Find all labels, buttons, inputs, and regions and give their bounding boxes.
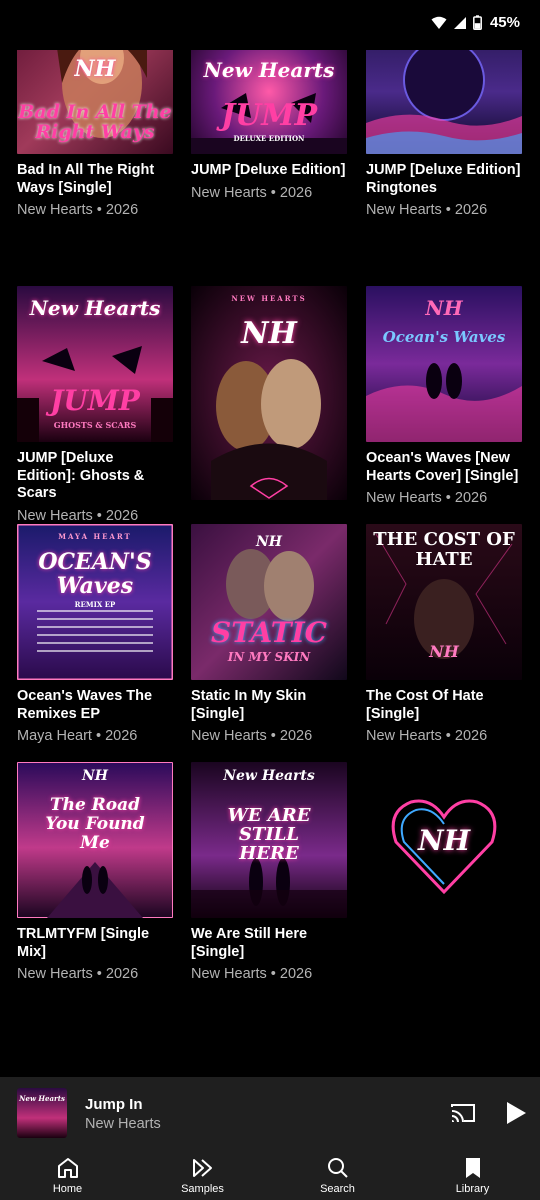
album-tile[interactable]: MAYA HEART OCEAN'S Waves REMIX EP Ocean'… <box>17 524 173 745</box>
logo-monogram: NH <box>417 824 471 857</box>
album-cover[interactable]: NH The Road You Found Me <box>17 762 173 918</box>
cover-title-text: STATIC <box>211 616 327 649</box>
cover-subtitle-text: IN MY SKIN <box>227 650 311 664</box>
album-artist-year: New Hearts • 2026 <box>191 184 313 201</box>
album-artist-year: New Hearts • 2026 <box>17 507 139 524</box>
album-tile[interactable]: NH Bad In All The Right Ways Bad In All … <box>17 50 173 219</box>
cover-logo-text: New Hearts <box>29 296 161 320</box>
cover-logo-text: NH <box>81 768 109 784</box>
now-playing-title[interactable]: Jump In <box>85 1096 143 1113</box>
album-tile[interactable]: New Hearts JUMP GHOSTS & SCARS JUMP [Del… <box>17 286 173 525</box>
album-title[interactable]: TRLMTYFM [Single Mix] <box>17 926 173 961</box>
search-icon <box>327 1158 348 1178</box>
nav-label: Home <box>52 1183 83 1195</box>
nav-label: Library <box>455 1183 490 1195</box>
album-tile[interactable]: NEW HEARTS NH <box>191 286 347 500</box>
samples-icon <box>192 1159 212 1177</box>
album-artist-year: New Hearts • 2026 <box>366 490 488 506</box>
album-artist-year: New Hearts • 2026 <box>17 202 139 218</box>
cover-title-text: Ocean's Waves <box>382 328 506 346</box>
cover-title-text: OCEAN'S Waves <box>38 549 152 599</box>
album-cover[interactable]: NH STATIC IN MY SKIN <box>191 524 347 680</box>
now-playing-art-text: New Hearts <box>19 1094 65 1103</box>
album-artist-year: New Hearts • 2026 <box>366 728 488 744</box>
album-title[interactable]: JUMP [Deluxe Edition]: Ghosts & Scars <box>17 450 173 503</box>
album-cover[interactable]: New Hearts WE ARE STILL HERE <box>191 762 347 918</box>
cover-title-text: JUMP <box>220 98 318 133</box>
album-artist-year: New Hearts • 2026 <box>17 966 139 982</box>
mini-player[interactable]: New Hearts Jump In New Hearts <box>0 1077 540 1149</box>
wifi-icon <box>431 16 447 29</box>
cover-monogram: NH <box>241 316 297 351</box>
album-cover[interactable]: New Hearts JUMP DELUXE EDITION <box>191 50 347 154</box>
cover-subtitle-text: REMIX EP <box>74 600 116 609</box>
cover-subtitle-text: GHOSTS & SCARS <box>53 420 137 430</box>
status-bar: 45% <box>0 0 540 50</box>
album-cover[interactable] <box>366 50 522 154</box>
album-tile[interactable]: New Hearts WE ARE STILL HERE We Are Stil… <box>191 762 347 983</box>
home-icon <box>57 1158 78 1178</box>
album-tile[interactable]: NH Ocean's Waves Ocean's Waves [New Hear… <box>366 286 522 507</box>
album-title[interactable]: We Are Still Here [Single] <box>191 926 347 961</box>
cover-logo-text: New Hearts <box>203 58 335 82</box>
nav-home[interactable]: Home <box>0 1149 135 1200</box>
battery-percentage: 45% <box>489 14 520 31</box>
nav-library[interactable]: Library <box>405 1149 540 1200</box>
album-tile[interactable]: THE COST OF HATE NH The Cost Of Hate [Si… <box>366 524 522 745</box>
album-artist-year: New Hearts • 2026 <box>366 202 488 218</box>
nav-label: Search <box>320 1183 355 1195</box>
cover-logo-text: NH <box>255 534 283 550</box>
battery-icon <box>473 15 482 30</box>
album-title[interactable]: JUMP [Deluxe Edition] <box>191 162 347 180</box>
cover-logo-text: MAYA HEART <box>58 532 132 541</box>
album-cover[interactable]: MAYA HEART OCEAN'S Waves REMIX EP <box>17 524 173 680</box>
cover-logo-text: New Hearts <box>223 768 315 784</box>
cast-icon[interactable] <box>450 1101 476 1125</box>
album-cover[interactable]: New Hearts JUMP GHOSTS & SCARS <box>17 286 173 442</box>
cover-title-text: Bad In All The Right Ways <box>18 101 172 143</box>
album-title[interactable]: Bad In All The Right Ways [Single] <box>17 162 173 197</box>
album-tile[interactable]: New Hearts JUMP DELUXE EDITION JUMP [Del… <box>191 50 347 202</box>
album-tile[interactable]: NH STATIC IN MY SKIN Static In My Skin [… <box>191 524 347 745</box>
status-icons: 45% <box>431 14 520 31</box>
album-title[interactable]: JUMP [Deluxe Edition] Ringtones <box>366 162 522 197</box>
album-cover[interactable]: NEW HEARTS NH <box>191 286 347 500</box>
library-icon <box>465 1158 480 1178</box>
play-icon[interactable] <box>505 1101 527 1125</box>
album-cover[interactable]: NH Ocean's Waves <box>366 286 522 442</box>
cover-logo-text: NH <box>74 56 116 82</box>
album-cover[interactable]: NH Bad In All The Right Ways <box>17 50 173 154</box>
signal-icon <box>453 16 466 29</box>
nav-search[interactable]: Search <box>270 1149 405 1200</box>
cover-subtitle-text: DELUXE EDITION <box>233 134 305 143</box>
album-title[interactable]: Ocean's Waves [New Hearts Cover] [Single… <box>366 450 522 485</box>
cover-title-text: JUMP <box>50 384 140 417</box>
cover-logo-text: NH <box>425 296 463 320</box>
album-tile[interactable]: NH The Road You Found Me TRLMTYFM [Singl… <box>17 762 173 983</box>
nav-samples[interactable]: Samples <box>135 1149 270 1200</box>
artist-logo: NH <box>366 762 522 918</box>
bottom-nav: Home Samples Search Library <box>0 1149 540 1200</box>
nav-label: Samples <box>181 1183 224 1195</box>
now-playing-art[interactable]: New Hearts <box>17 1088 67 1138</box>
album-cover[interactable]: THE COST OF HATE NH <box>366 524 522 680</box>
artist-logo-tile: NH <box>366 762 522 918</box>
now-playing-artist[interactable]: New Hearts <box>85 1116 161 1132</box>
album-artist-year: New Hearts • 2026 <box>191 966 313 982</box>
album-tile[interactable]: JUMP [Deluxe Edition] Ringtones New Hear… <box>366 50 522 219</box>
cover-title-text: THE COST OF HATE <box>373 529 515 570</box>
cover-monogram: NH <box>429 642 459 661</box>
cover-title-text: WE ARE STILL HERE <box>227 805 311 864</box>
album-grid[interactable]: NH Bad In All The Right Ways Bad In All … <box>0 50 540 1077</box>
album-title[interactable]: Ocean's Waves The Remixes EP <box>17 688 173 723</box>
cover-title-text: The Road You Found Me <box>45 795 145 853</box>
album-artist-year: Maya Heart • 2026 <box>17 728 138 744</box>
album-title[interactable]: The Cost Of Hate [Single] <box>366 688 522 723</box>
album-artist-year: New Hearts • 2026 <box>191 728 313 744</box>
album-title[interactable]: Static In My Skin [Single] <box>191 688 347 723</box>
cover-logo-text: NEW HEARTS <box>231 294 307 303</box>
